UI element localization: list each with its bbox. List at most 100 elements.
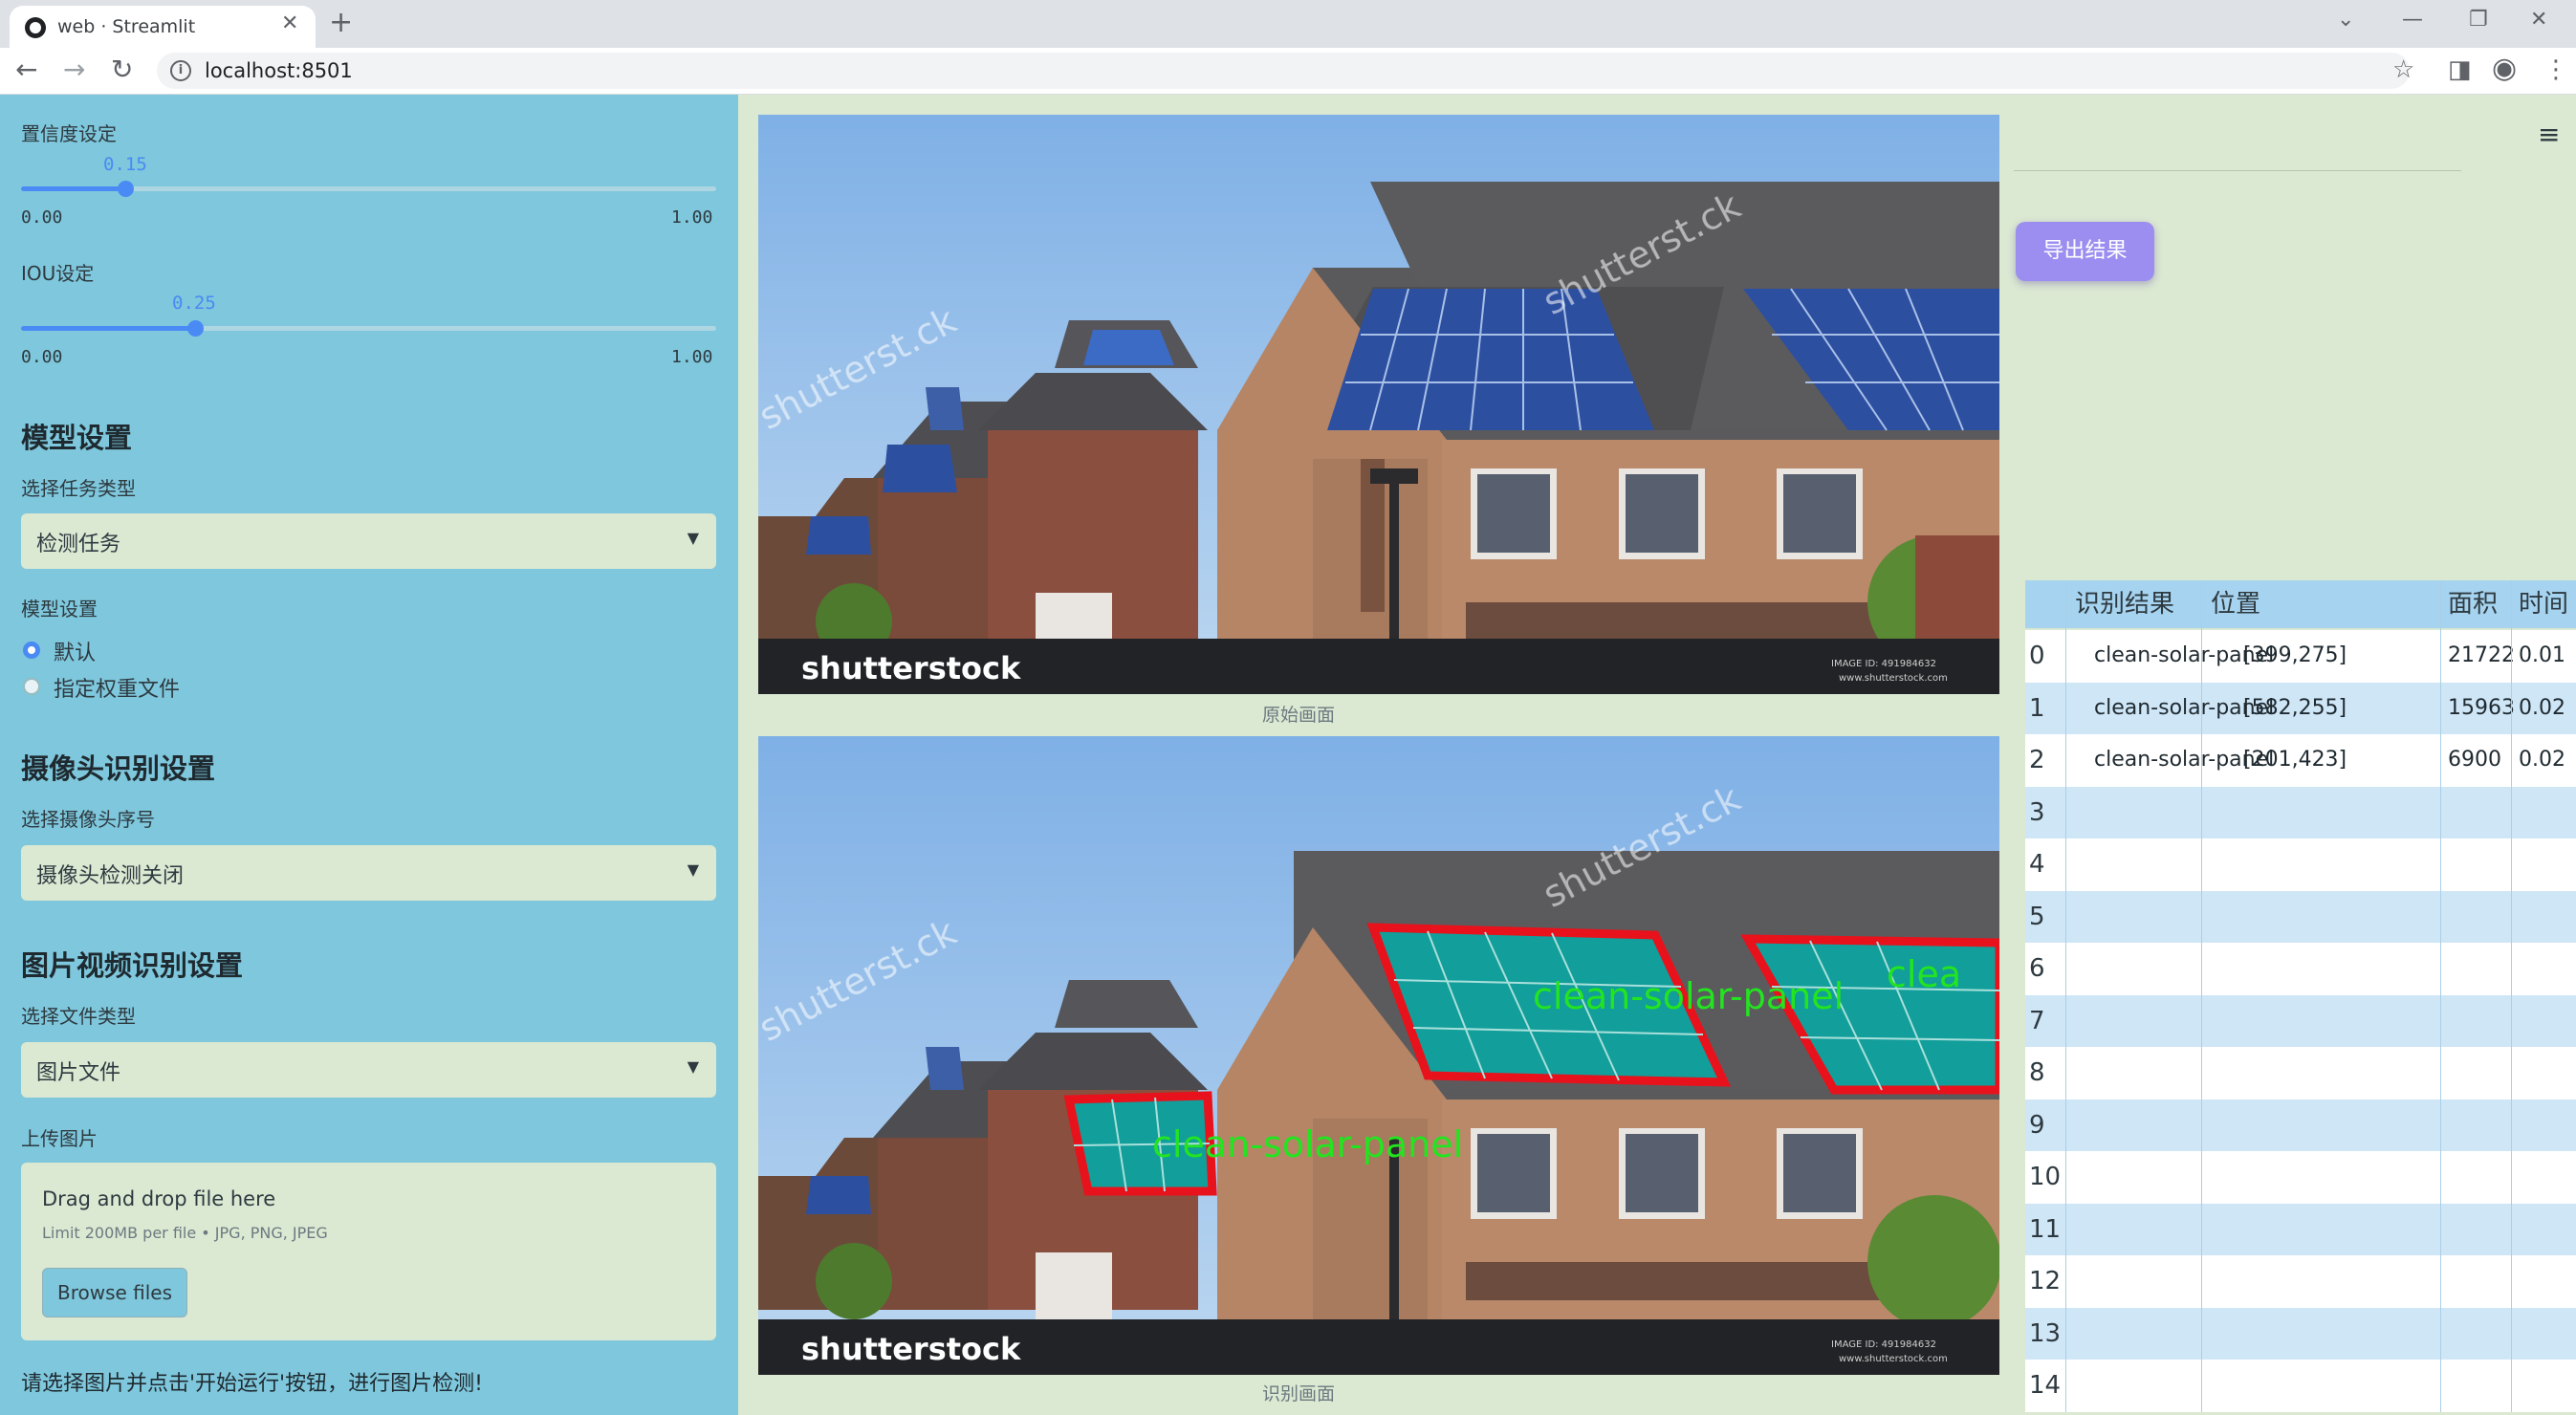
side-panel-icon[interactable]: ◨ xyxy=(2448,55,2472,84)
iou-label: IOU设定 xyxy=(21,262,95,285)
restore-window-icon[interactable]: ❐ xyxy=(2469,8,2488,32)
address-bar[interactable]: i localhost:8501 xyxy=(157,53,2410,89)
back-arrow-icon[interactable]: ← xyxy=(15,54,37,85)
col-area: 面积 xyxy=(2448,590,2499,619)
export-results-button[interactable]: 导出结果 xyxy=(2016,222,2154,281)
table-row[interactable]: 8 xyxy=(2025,1047,2576,1099)
chevron-down-icon: ▼ xyxy=(687,860,699,879)
cell-area: 15963 xyxy=(2448,695,2515,720)
iou-max: 1.00 xyxy=(671,347,713,367)
iou-slider-fill xyxy=(21,326,195,331)
browser-tab[interactable]: web · Streamlit ✕ xyxy=(10,6,316,48)
detection-label-2: clea xyxy=(1887,953,1961,995)
divider xyxy=(2014,170,2461,171)
forward-arrow-icon[interactable]: → xyxy=(63,54,85,85)
row-index: 14 xyxy=(2029,1371,2062,1400)
confidence-slider-thumb[interactable] xyxy=(118,181,134,197)
instruction-hint: 请选择图片并点击'开始运行'按钮，进行图片检测! xyxy=(21,1372,483,1396)
cell-area: 21722 xyxy=(2448,643,2515,667)
row-index: 13 xyxy=(2029,1318,2062,1348)
confidence-max: 1.00 xyxy=(671,207,713,228)
tab-close-icon[interactable]: ✕ xyxy=(281,11,298,35)
iou-slider-thumb[interactable] xyxy=(187,320,204,337)
file-type-select[interactable]: 图片文件 ▼ xyxy=(21,1042,716,1098)
row-index: 12 xyxy=(2029,1267,2062,1295)
table-row[interactable]: 13 xyxy=(2025,1307,2576,1360)
radio-default[interactable] xyxy=(23,642,40,659)
camera-index-label: 选择摄像头序号 xyxy=(21,808,155,831)
watermark-site: www.shutterstock.com xyxy=(1839,1354,1948,1364)
radio-custom-weights[interactable] xyxy=(23,678,40,695)
hamburger-menu-icon[interactable]: ≡ xyxy=(2538,119,2560,150)
model-settings-header: 模型设置 xyxy=(21,422,133,454)
table-row[interactable]: 7 xyxy=(2025,994,2576,1047)
close-window-icon[interactable]: ✕ xyxy=(2530,8,2547,32)
table-row[interactable]: 10 xyxy=(2025,1151,2576,1204)
file-dropzone[interactable]: Drag and drop file here Limit 200MB per … xyxy=(21,1163,716,1340)
task-type-value: 检测任务 xyxy=(36,533,121,556)
chevron-down-icon: ▼ xyxy=(687,1057,699,1076)
radio-custom-weights-label[interactable]: 指定权重文件 xyxy=(54,672,180,703)
browser-menu-kebab-icon[interactable]: ⋮ xyxy=(2543,55,2568,84)
row-index: 9 xyxy=(2029,1110,2045,1140)
column-divider xyxy=(2511,580,2512,1412)
table-row[interactable]: 9 xyxy=(2025,1099,2576,1151)
row-index: 3 xyxy=(2029,797,2045,827)
row-index: 0 xyxy=(2029,642,2045,670)
table-row[interactable]: 3 xyxy=(2025,786,2576,838)
cell-position: [399,275] xyxy=(2243,643,2347,667)
camera-select[interactable]: 摄像头检测关闭 ▼ xyxy=(21,845,716,901)
row-index: 10 xyxy=(2029,1163,2062,1191)
bookmark-star-icon[interactable]: ☆ xyxy=(2392,55,2414,84)
table-row[interactable]: 0 clean-solar-panel [399,275] 21722 0.01 xyxy=(2025,630,2576,683)
camera-value: 摄像头检测关闭 xyxy=(36,864,185,888)
cell-time: 0.02 xyxy=(2519,748,2565,772)
site-info-icon[interactable]: i xyxy=(170,60,191,81)
col-result: 识别结果 xyxy=(2075,590,2175,619)
column-divider xyxy=(2201,580,2202,1412)
table-row[interactable]: 14 xyxy=(2025,1360,2576,1412)
streamlit-favicon-icon xyxy=(25,17,46,38)
table-row[interactable]: 2 clean-solar-panel [201,423] 6900 0.02 xyxy=(2025,734,2576,787)
cell-time: 0.01 xyxy=(2519,643,2565,667)
reload-icon[interactable]: ↻ xyxy=(111,54,133,85)
shutterstock-logo: shutterstock xyxy=(801,650,1021,686)
task-type-select[interactable]: 检测任务 ▼ xyxy=(21,513,716,569)
row-index: 1 xyxy=(2029,693,2045,723)
profile-avatar-icon[interactable]: ◉ xyxy=(2492,52,2517,85)
new-tab-button[interactable]: + xyxy=(329,6,353,39)
file-type-value: 图片文件 xyxy=(36,1061,121,1085)
browse-files-button[interactable]: Browse files xyxy=(42,1268,187,1317)
table-row[interactable]: 6 xyxy=(2025,943,2576,995)
tab-title: web · Streamlit xyxy=(57,16,196,37)
table-row[interactable]: 1 clean-solar-panel [582,255] 15963 0.02 xyxy=(2025,682,2576,734)
col-position: 位置 xyxy=(2211,590,2261,619)
dropzone-title: Drag and drop file here xyxy=(42,1187,276,1210)
row-index: 11 xyxy=(2029,1214,2062,1244)
task-type-label: 选择任务类型 xyxy=(21,477,136,500)
confidence-min: 0.00 xyxy=(21,207,63,228)
minimize-window-icon[interactable]: — xyxy=(2402,8,2423,32)
tab-search-chevron-icon[interactable]: ⌄ xyxy=(2337,8,2354,32)
table-row[interactable]: 4 xyxy=(2025,838,2576,891)
radio-default-label[interactable]: 默认 xyxy=(54,636,96,666)
confidence-slider[interactable] xyxy=(21,181,716,197)
cell-time: 0.02 xyxy=(2519,695,2565,720)
url-text[interactable]: localhost:8501 xyxy=(205,59,353,82)
row-index: 5 xyxy=(2029,902,2045,931)
table-row[interactable]: 12 xyxy=(2025,1255,2576,1308)
detection-result-image: clean-solar-panel clea clean-solar-panel… xyxy=(758,736,1999,1375)
col-time: 时间 xyxy=(2519,590,2569,619)
table-header: 识别结果 位置 面积 时间 xyxy=(2025,580,2576,628)
upload-label: 上传图片 xyxy=(21,1127,98,1150)
table-row[interactable]: 11 xyxy=(2025,1203,2576,1255)
table-row[interactable]: 5 xyxy=(2025,890,2576,943)
cell-position: [201,423] xyxy=(2243,748,2347,772)
row-index: 4 xyxy=(2029,850,2045,879)
iou-slider[interactable] xyxy=(21,320,716,337)
confidence-value: 0.15 xyxy=(103,154,147,175)
shutterstock-logo: shutterstock xyxy=(801,1331,1021,1367)
watermark-image-id: IMAGE ID: 491984632 xyxy=(1831,659,1936,669)
dropzone-limit: Limit 200MB per file • JPG, PNG, JPEG xyxy=(42,1224,328,1242)
row-index: 7 xyxy=(2029,1006,2045,1035)
